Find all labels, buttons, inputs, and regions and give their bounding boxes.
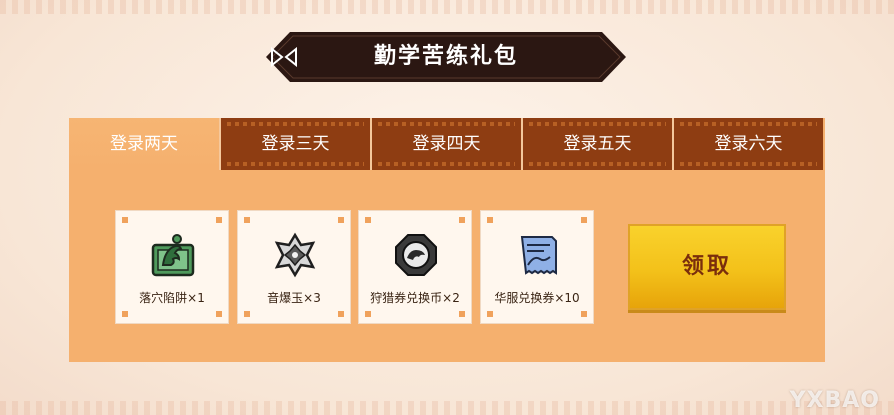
- tab-day-4[interactable]: 登录四天: [370, 118, 521, 170]
- outfit-voucher-icon: [520, 236, 557, 275]
- watermark-logo: YXBAO: [789, 388, 880, 413]
- reward-label: 落穴陷阱×1: [139, 291, 205, 305]
- reward-item[interactable]: 落穴陷阱×1: [115, 210, 229, 324]
- reward-label: 音爆玉×3: [267, 291, 321, 305]
- pitfall-trap-icon: [151, 234, 195, 277]
- claim-button[interactable]: 领取: [628, 224, 786, 310]
- reward-item[interactable]: 华服兑换券×10: [480, 210, 594, 324]
- tab-day-6[interactable]: 登录六天: [672, 118, 823, 170]
- sonic-bomb-icon: [274, 232, 316, 278]
- reward-label: 狩猎券兑换币×2: [370, 291, 460, 305]
- reward-item[interactable]: 狩猎券兑换币×2: [358, 210, 472, 324]
- tab-day-3[interactable]: 登录三天: [219, 118, 370, 170]
- reward-label: 华服兑换券×10: [494, 291, 580, 305]
- banner-title: 勤学苦练礼包: [373, 44, 518, 69]
- reward-item[interactable]: 音爆玉×3: [237, 210, 351, 324]
- title-banner: 勤学苦练礼包: [266, 32, 626, 82]
- tab-day-2[interactable]: 登录两天: [69, 118, 219, 170]
- bottom-ornament: [0, 401, 894, 415]
- tab-day-5[interactable]: 登录五天: [521, 118, 672, 170]
- hunt-voucher-coin-icon: [395, 234, 437, 276]
- day-tabs: 登录两天 登录三天 登录四天 登录五天 登录六天: [69, 118, 825, 170]
- top-ornament: [0, 0, 894, 14]
- banner-right-arrow-icon: [271, 47, 284, 67]
